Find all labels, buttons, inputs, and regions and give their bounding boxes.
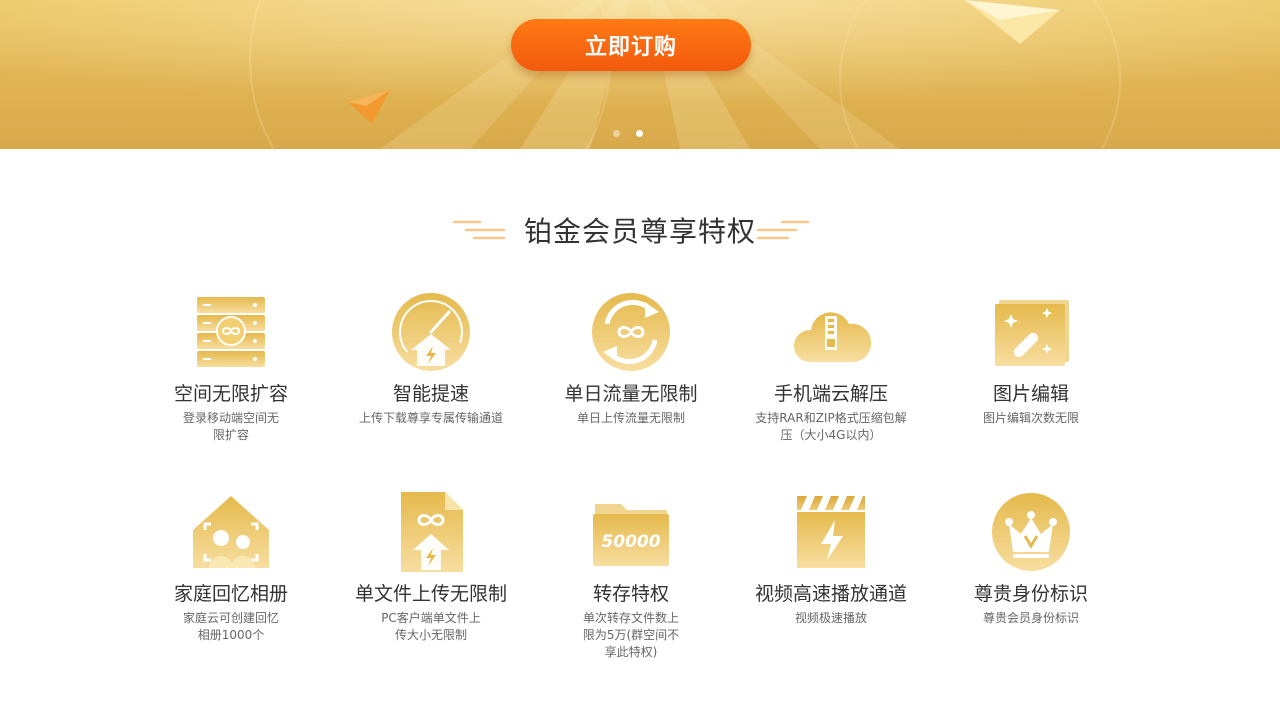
- section-header: 铂金会员尊享特权: [0, 210, 1280, 250]
- carousel-dots: [613, 130, 643, 137]
- title-decoration-right-icon: [754, 218, 810, 244]
- image-edit-icon: [989, 290, 1073, 374]
- privilege-desc: 视频极速播放: [731, 610, 931, 627]
- buy-now-button[interactable]: 立即订购: [511, 19, 751, 71]
- privilege-row-2: 家庭回忆相册 家庭云可创建回忆相册1000个 单文件上传无限制 PC客户端单文件…: [131, 490, 1131, 690]
- crown-v-icon: [989, 490, 1073, 574]
- privilege-desc: 上传下载尊享专属传输通道: [331, 410, 531, 427]
- promo-banner: 立即订购: [0, 0, 1280, 149]
- privilege-title: 智能提速: [331, 382, 531, 406]
- privilege-desc: PC客户端单文件上传大小无限制: [331, 610, 531, 644]
- section-title: 铂金会员尊享特权: [524, 210, 756, 250]
- privilege-title: 手机端云解压: [731, 382, 931, 406]
- privilege-row-1: 空间无限扩容 登录移动端空间无限扩容 智能提速 上传下载尊享专属传输通道: [131, 290, 1131, 490]
- privilege-desc: 单次转存文件数上限为5万(群空间不享此特权): [531, 610, 731, 661]
- privilege-item: 尊贵身份标识 尊贵会员身份标识: [931, 490, 1131, 690]
- privilege-item: 单日流量无限制 单日上传流量无限制: [531, 290, 731, 490]
- privilege-item: 空间无限扩容 登录移动端空间无限扩容: [131, 290, 331, 490]
- privilege-desc: 家庭云可创建回忆相册1000个: [131, 610, 331, 644]
- privilege-desc: 支持RAR和ZIP格式压缩包解压（大小4G以内）: [731, 410, 931, 444]
- carousel-dot-1[interactable]: [613, 130, 620, 137]
- svg-text:50000: 50000: [601, 532, 660, 552]
- speed-gauge-icon: [389, 290, 473, 374]
- cycle-infinity-icon: [589, 290, 673, 374]
- privilege-title: 家庭回忆相册: [131, 582, 331, 606]
- privilege-title: 空间无限扩容: [131, 382, 331, 406]
- privilege-title: 单文件上传无限制: [331, 582, 531, 606]
- privilege-title: 转存特权: [531, 582, 731, 606]
- privilege-title: 单日流量无限制: [531, 382, 731, 406]
- privilege-item: 单文件上传无限制 PC客户端单文件上传大小无限制: [331, 490, 531, 690]
- privilege-desc: 尊贵会员身份标识: [931, 610, 1131, 627]
- privilege-desc: 单日上传流量无限制: [531, 410, 731, 427]
- privilege-item: 50000 转存特权 单次转存文件数上限为5万(群空间不享此特权): [531, 490, 731, 690]
- privilege-grid: 空间无限扩容 登录移动端空间无限扩容 智能提速 上传下载尊享专属传输通道: [131, 290, 1131, 690]
- privilege-title: 图片编辑: [931, 382, 1131, 406]
- cloud-zip-icon: [789, 290, 873, 374]
- family-album-icon: [189, 490, 273, 574]
- privilege-item: 智能提速 上传下载尊享专属传输通道: [331, 290, 531, 490]
- privilege-item: 视频高速播放通道 视频极速播放: [731, 490, 931, 690]
- folder-50000-icon: 50000: [589, 490, 673, 574]
- video-clapper-icon: [789, 490, 873, 574]
- server-infinity-icon: [189, 290, 273, 374]
- privilege-title: 视频高速播放通道: [731, 582, 931, 606]
- privilege-item: 图片编辑 图片编辑次数无限: [931, 290, 1131, 490]
- privilege-desc: 登录移动端空间无限扩容: [131, 410, 331, 444]
- privilege-desc: 图片编辑次数无限: [931, 410, 1131, 427]
- privilege-item: 家庭回忆相册 家庭云可创建回忆相册1000个: [131, 490, 331, 690]
- privilege-title: 尊贵身份标识: [931, 582, 1131, 606]
- carousel-dot-2[interactable]: [636, 130, 643, 137]
- file-upload-icon: [389, 490, 473, 574]
- privilege-item: 手机端云解压 支持RAR和ZIP格式压缩包解压（大小4G以内）: [731, 290, 931, 490]
